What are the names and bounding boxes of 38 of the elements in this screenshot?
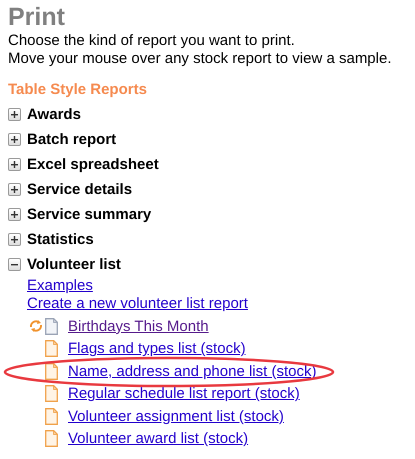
document-icon [45,430,58,448]
document-icon [45,408,58,425]
section-heading: Table Style Reports [8,80,148,100]
link[interactable]: Create a new volunteer list report [27,295,248,312]
document-icon [45,340,58,358]
document-icon [45,385,58,402]
expand-toggle[interactable] [8,133,21,146]
category-label: Service summary [27,206,152,223]
expand-toggle[interactable] [8,108,21,121]
document-icon [45,362,58,380]
expand-toggle[interactable] [8,233,21,246]
plus-icon [10,210,19,219]
plus-icon [10,160,19,169]
report-link[interactable]: Volunteer assignment list (stock) [68,408,284,425]
instruction-text: Move your mouse over any stock report to view a sample. [8,50,392,68]
plus-icon [10,185,19,194]
plus-icon [10,110,19,119]
expand-toggle[interactable] [8,183,21,196]
collapse-toggle[interactable] [8,258,21,271]
report-link[interactable]: Regular schedule list report (stock) [68,385,300,402]
plus-icon [10,135,19,144]
refresh-icon [28,318,44,334]
page-title: Print [8,2,66,32]
category-label: Batch report [27,131,116,148]
category-label: Service details [27,181,132,198]
report-link[interactable]: Birthdays This Month [68,318,209,335]
plus-icon [10,235,19,244]
expand-toggle[interactable] [8,158,21,171]
link[interactable]: Examples [27,277,93,294]
expand-toggle[interactable] [8,208,21,221]
instruction-text: Choose the kind of report you want to print. [8,32,296,50]
category-label: Excel spreadsheet [27,156,159,173]
document-icon [45,318,58,335]
report-link[interactable]: Volunteer award list (stock) [68,430,248,448]
category-label: Awards [27,106,81,123]
report-link[interactable]: Flags and types list (stock) [68,340,246,358]
category-label: Volunteer list [27,256,121,273]
category-label: Statistics [27,231,94,248]
